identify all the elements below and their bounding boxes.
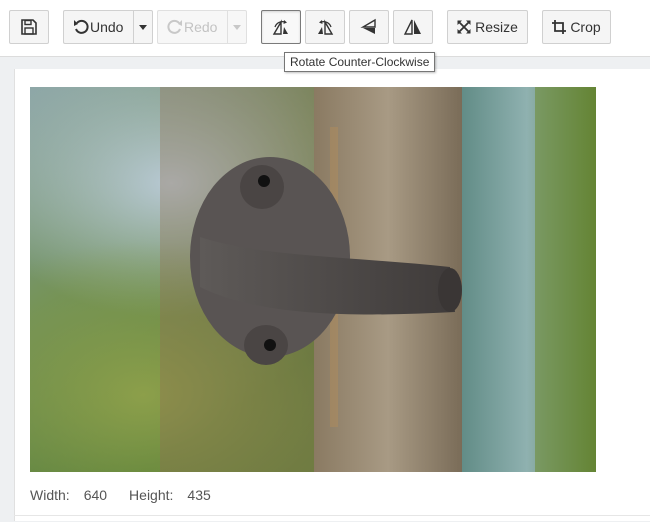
- flip-vertical-button[interactable]: [349, 10, 389, 44]
- save-button[interactable]: [9, 10, 49, 44]
- elephant-photo: [30, 87, 596, 472]
- edited-image[interactable]: [30, 87, 596, 472]
- crop-icon: [552, 20, 567, 34]
- undo-dropdown-toggle[interactable]: [133, 10, 153, 44]
- height-value: 435: [187, 487, 211, 503]
- redo-icon: [167, 19, 182, 34]
- resize-icon: [457, 20, 471, 34]
- resize-label: Resize: [475, 19, 518, 35]
- height-label: Height:: [129, 487, 174, 503]
- image-dimensions: Width: 640 Height: 435: [30, 487, 233, 503]
- rotate-cw-icon: [318, 19, 334, 35]
- resize-button[interactable]: Resize: [447, 10, 528, 44]
- redo-label: Redo: [184, 19, 218, 35]
- image-editor-toolbar: Undo Redo Resize Crop: [0, 0, 650, 56]
- divider: [14, 515, 650, 516]
- width-label: Width:: [30, 487, 70, 503]
- flip-vertical-icon: [360, 18, 376, 34]
- chevron-down-icon: [139, 24, 147, 30]
- crop-button[interactable]: Crop: [542, 10, 611, 44]
- flip-horizontal-button[interactable]: [393, 10, 433, 44]
- crop-label: Crop: [570, 19, 601, 35]
- undo-icon: [74, 19, 89, 34]
- rotate-cw-button[interactable]: [305, 10, 345, 44]
- undo-split-button: Undo: [63, 10, 153, 44]
- save-icon: [21, 19, 37, 35]
- width-value: 640: [83, 487, 108, 503]
- rotate-ccw-icon: [272, 19, 288, 35]
- redo-button[interactable]: Redo: [157, 10, 227, 44]
- undo-label: Undo: [90, 19, 124, 35]
- chevron-down-icon: [233, 24, 241, 30]
- redo-dropdown-toggle[interactable]: [227, 10, 247, 44]
- flip-horizontal-icon: [403, 19, 421, 35]
- rotate-ccw-button[interactable]: [261, 10, 301, 44]
- undo-button[interactable]: Undo: [63, 10, 133, 44]
- redo-split-button: Redo: [157, 10, 247, 44]
- rotate-ccw-tooltip: Rotate Counter-Clockwise: [284, 52, 436, 72]
